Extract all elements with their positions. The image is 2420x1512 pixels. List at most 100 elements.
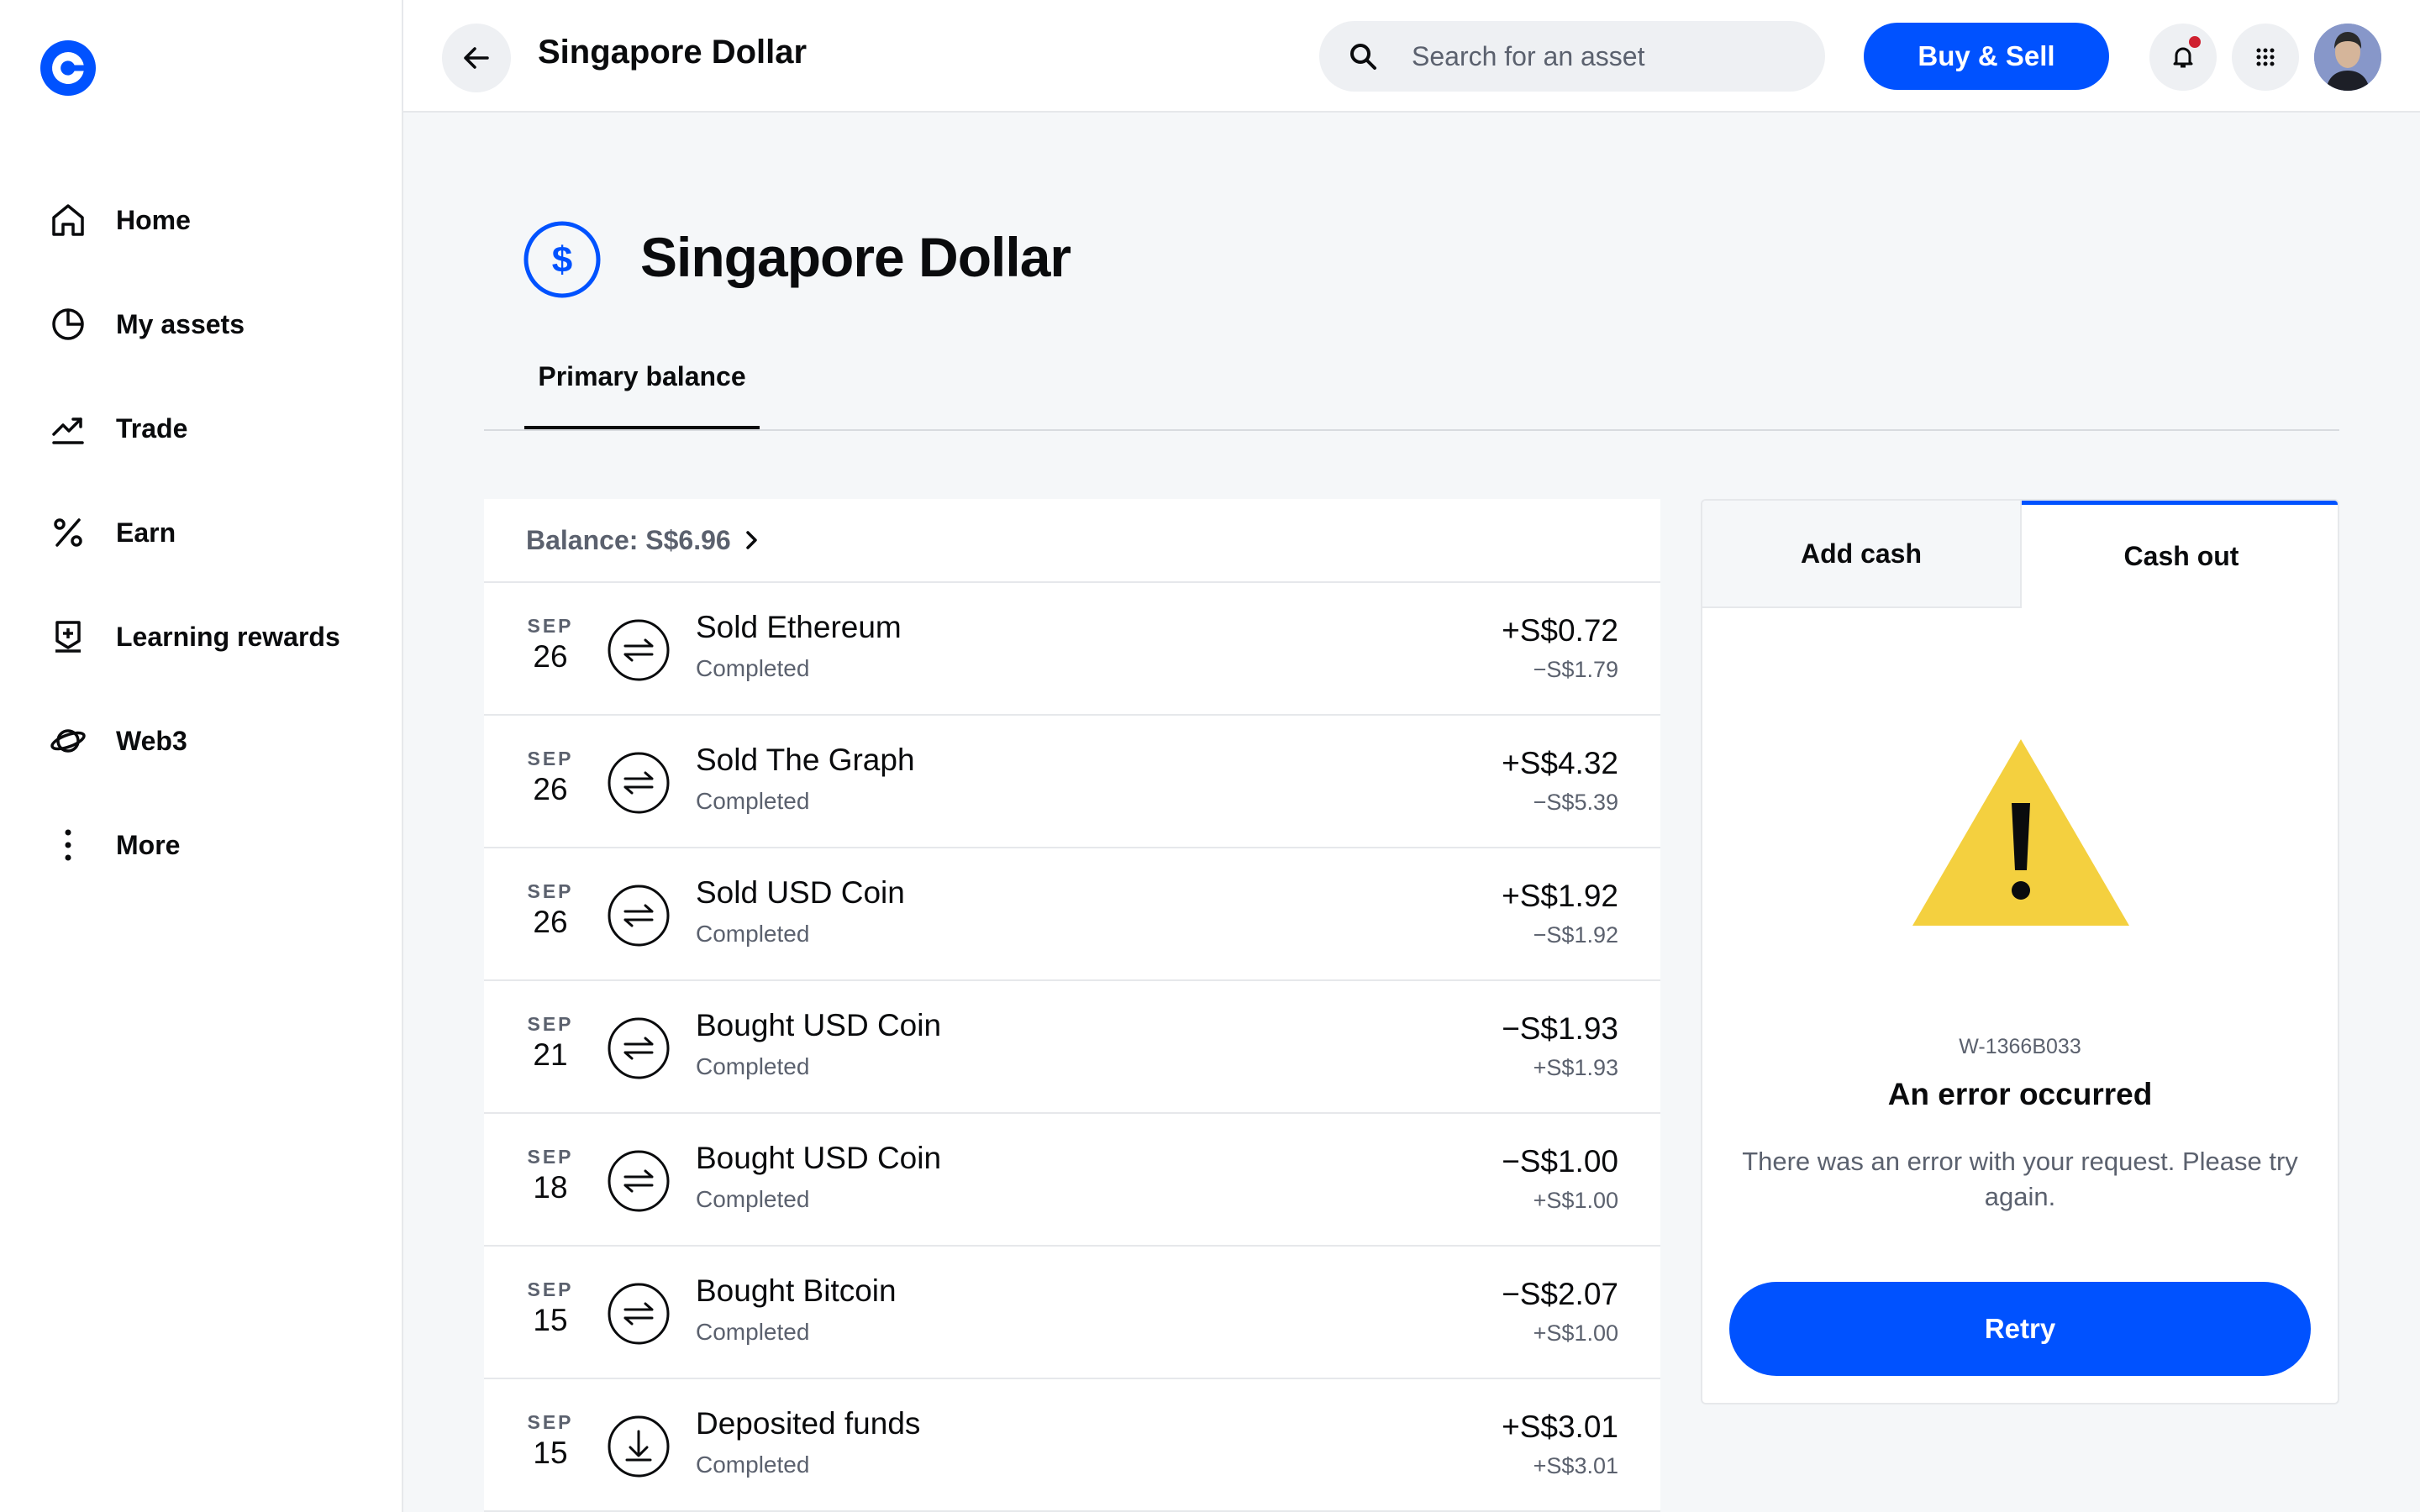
transaction-row[interactable]: SEP 26 Sold USD Coin Completed +S$1.92 −S$1.9… (484, 848, 1660, 981)
search-icon (1350, 44, 1376, 70)
transaction-sub-amount: −S$1.92 (1533, 922, 1618, 948)
balance-link[interactable]: Balance: S$6.96 (484, 499, 1660, 583)
transaction-name: Bought Bitcoin (696, 1273, 897, 1308)
transactions-panel: Balance: S$6.96 SEP 26 Sold Ethereum Comple… (484, 499, 1660, 1512)
sidebar-item-label: Earn (116, 517, 176, 548)
transaction-status: Completed (696, 1319, 810, 1345)
sidebar-item-earn[interactable]: Earn (0, 480, 402, 585)
transaction-row[interactable]: SEP 21 Bought USD Coin Completed −S$1.93 +S$1… (484, 981, 1660, 1114)
error-description: There was an error with your request. Pl… (1742, 1147, 2298, 1211)
transaction-date: SEP 18 (518, 1146, 583, 1205)
sidebar-item-my-assets[interactable]: My assets (0, 272, 402, 376)
percent-icon (54, 518, 82, 547)
buy-sell-button[interactable]: Buy & Sell (1864, 23, 2109, 90)
transaction-month: SEP (527, 1146, 574, 1168)
transaction-list: SEP 26 Sold Ethereum Completed +S$0.72 −S$1.7… (484, 583, 1660, 1512)
transaction-sub-amount: −S$1.79 (1533, 657, 1618, 682)
transaction-amount: −S$1.93 (1502, 1011, 1618, 1046)
transaction-day: 26 (533, 772, 568, 806)
rewards-icon (55, 621, 81, 653)
trending-up-icon (52, 417, 84, 444)
transaction-status: Completed (696, 788, 810, 814)
transaction-day: 26 (533, 639, 568, 674)
tab-add-cash[interactable]: Add cash (1702, 501, 2022, 608)
swap-icon (607, 1282, 671, 1346)
pie-chart-icon (52, 308, 84, 340)
coinbase-logo[interactable] (40, 40, 96, 96)
transaction-status: Completed (696, 921, 810, 947)
transaction-amount: +S$4.32 (1502, 746, 1618, 780)
transaction-sub-amount: +S$3.01 (1533, 1453, 1618, 1478)
transaction-amount: −S$2.07 (1502, 1277, 1618, 1311)
planet-icon (50, 729, 86, 753)
transaction-status: Completed (696, 1452, 810, 1478)
sidebar-item-label: Web3 (116, 725, 187, 756)
sidebar-item-web3[interactable]: Web3 (0, 689, 402, 793)
transaction-month: SEP (527, 1013, 574, 1035)
transaction-day: 15 (533, 1436, 568, 1470)
avatar[interactable] (2314, 24, 2381, 91)
cash-card: Add cash Cash out W-1366B033 An error oc… (1701, 499, 2339, 1404)
transaction-month: SEP (527, 1411, 574, 1433)
swap-icon (607, 618, 671, 682)
transaction-row[interactable]: SEP 15 Bought Bitcoin Completed −S$2.07 +S$1.… (484, 1247, 1660, 1379)
transaction-day: 15 (533, 1303, 568, 1337)
home-icon (52, 204, 84, 236)
transaction-name: Sold USD Coin (696, 875, 905, 910)
header-title: Singapore Dollar (538, 34, 808, 71)
transaction-amount: −S$1.00 (1502, 1144, 1618, 1179)
transaction-name: Sold The Graph (696, 743, 915, 777)
sidebar-item-label: Trade (116, 412, 188, 444)
page-title: Singapore Dollar (640, 226, 1071, 288)
transaction-row[interactable]: SEP 15 Deposited funds Completed +S$3.01 +S$3… (484, 1379, 1660, 1512)
deposit-icon (607, 1415, 671, 1478)
transaction-month: SEP (527, 1278, 574, 1300)
transaction-status: Completed (696, 655, 810, 681)
search-bar[interactable] (1319, 21, 1825, 92)
transaction-day: 21 (533, 1037, 568, 1072)
transaction-amount: +S$0.72 (1502, 613, 1618, 648)
top-header: Singapore Dollar Buy & Sell (403, 0, 2420, 113)
swap-icon (607, 1149, 671, 1213)
transaction-row[interactable]: SEP 26 Sold The Graph Completed +S$4.32 −S$5.… (484, 716, 1660, 848)
transaction-row[interactable]: SEP 18 Bought USD Coin Completed −S$1.00 +S$1… (484, 1114, 1660, 1247)
notifications-button[interactable] (2149, 24, 2217, 91)
tab-primary-balance[interactable]: Primary balance (524, 339, 760, 430)
sidebar-item-label: Home (116, 204, 191, 235)
transaction-sub-amount: −S$5.39 (1533, 790, 1618, 815)
transaction-status: Completed (696, 1053, 810, 1079)
transaction-date: SEP 26 (518, 880, 583, 940)
dollar-icon: $ (523, 220, 602, 299)
swap-icon (607, 751, 671, 815)
sidebar-item-label: More (116, 829, 181, 860)
sidebar-nav: Home My assets Trade Earn Learning rewar… (0, 168, 402, 897)
retry-button[interactable]: Retry (1729, 1282, 2311, 1376)
sidebar-item-learning-rewards[interactable]: Learning rewards (0, 585, 402, 689)
arrow-left-icon (464, 47, 489, 69)
back-button[interactable] (442, 24, 511, 92)
sidebar-item-home[interactable]: Home (0, 168, 402, 272)
transaction-status: Completed (696, 1186, 810, 1212)
swap-icon (607, 1016, 671, 1080)
transaction-name: Bought USD Coin (696, 1141, 942, 1175)
transaction-amount: +S$3.01 (1502, 1410, 1618, 1444)
sidebar-item-label: My assets (116, 308, 245, 339)
tab-cash-out[interactable]: Cash out (2022, 501, 2338, 608)
error-title: An error occurred (1887, 1077, 2153, 1111)
apps-menu-button[interactable] (2232, 24, 2299, 91)
tabs-divider (484, 429, 2339, 431)
search-input[interactable] (1412, 40, 1798, 72)
transaction-name: Deposited funds (696, 1406, 921, 1441)
transaction-sub-amount: +S$1.93 (1533, 1055, 1618, 1080)
sidebar-item-more[interactable]: More (0, 793, 402, 897)
balance-label: Balance: S$6.96 (526, 524, 731, 555)
transaction-date: SEP 15 (518, 1278, 583, 1338)
transaction-row[interactable]: SEP 26 Sold Ethereum Completed +S$0.72 −S$1.7… (484, 583, 1660, 716)
more-vertical-icon (65, 829, 71, 861)
chevron-right-icon (745, 531, 757, 549)
svg-text:$: $ (552, 239, 572, 281)
grid-icon (2256, 48, 2275, 66)
transaction-month: SEP (527, 615, 574, 637)
swap-icon (607, 884, 671, 948)
sidebar-item-trade[interactable]: Trade (0, 376, 402, 480)
